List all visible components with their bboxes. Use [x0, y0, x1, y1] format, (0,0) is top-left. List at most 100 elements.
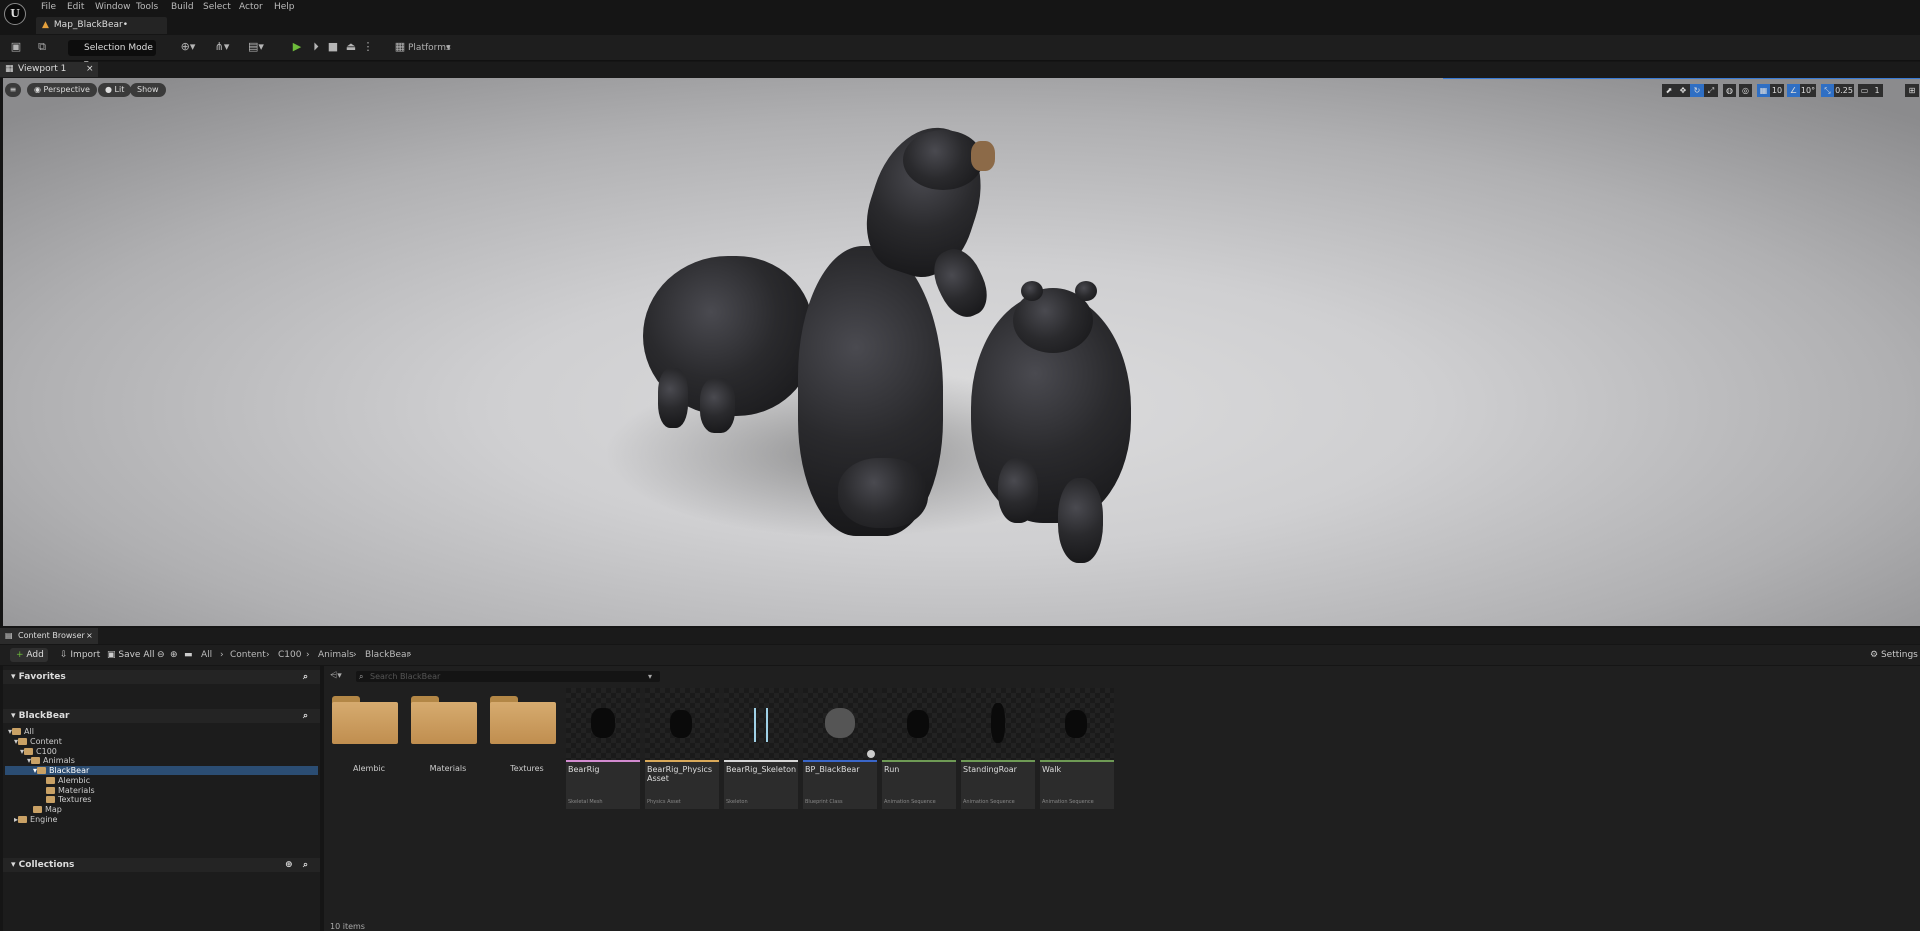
asset-tile-walk[interactable]: Walk Animation Sequence: [1040, 688, 1114, 809]
forward-icon[interactable]: ⊕: [170, 648, 178, 662]
tree-item-materials[interactable]: Materials: [46, 786, 95, 795]
viewport-options-icon[interactable]: ≡: [5, 83, 21, 97]
map-tab[interactable]: ▲ Map_BlackBear•: [36, 17, 167, 34]
asset-tile-bearrig-skeleton[interactable]: BearRig_Skeleton Skeleton: [724, 688, 798, 809]
camera-speed-value[interactable]: 1: [1871, 84, 1883, 97]
show-button[interactable]: Show: [130, 83, 166, 97]
bear-left-leg: [658, 368, 688, 428]
platforms-button[interactable]: Platforms: [408, 40, 451, 56]
breadcrumb-content[interactable]: Content: [230, 648, 266, 662]
grid-snap-icon[interactable]: ▦: [1757, 84, 1770, 97]
rotation-snap-value[interactable]: 10°: [1800, 84, 1816, 97]
collections-header[interactable]: ▾ Collections ⊕ ⌕: [3, 858, 320, 872]
surface-snap-icon[interactable]: ◎: [1739, 84, 1752, 97]
asset-thumbnail: [882, 688, 956, 760]
stop-icon[interactable]: ■: [325, 39, 341, 55]
folder-tile-alembic[interactable]: Alembic: [330, 688, 404, 808]
add-button[interactable]: + Add: [10, 648, 48, 662]
content-icon[interactable]: ⧉: [34, 39, 50, 55]
tab-viewport[interactable]: ▦ Viewport 1 ×: [0, 62, 98, 77]
breadcrumb-animals[interactable]: Animals: [318, 648, 354, 662]
add-collection-icon[interactable]: ⊕: [285, 858, 293, 872]
selection-mode-dropdown[interactable]: Selection Mode ▾: [68, 40, 156, 69]
eject-icon[interactable]: ⏏: [343, 39, 359, 55]
more-icon[interactable]: ⋮: [360, 39, 376, 55]
tree-item-alembic[interactable]: Alembic: [46, 776, 90, 785]
asset-tile-standingroar[interactable]: StandingRoar Animation Sequence: [961, 688, 1035, 809]
menu-select[interactable]: Select: [203, 2, 231, 12]
tree-item-content[interactable]: ▾ Content: [14, 737, 62, 746]
menu-actor[interactable]: Actor: [239, 2, 263, 12]
asset-tile-run[interactable]: Run Animation Sequence: [882, 688, 956, 809]
world-icon[interactable]: ◍: [1723, 84, 1736, 97]
asset-type: Blueprint Class: [805, 799, 843, 805]
chevron-down-icon[interactable]: ▾: [648, 671, 652, 682]
tree-item-all[interactable]: ▾ All: [8, 727, 34, 736]
breadcrumb-blackbear[interactable]: BlackBear: [365, 648, 410, 662]
import-button[interactable]: ⇩ Import: [60, 648, 100, 662]
search-icon[interactable]: ⌕: [303, 858, 308, 872]
back-icon[interactable]: ⊖: [157, 648, 165, 662]
level-viewport[interactable]: ≡ ◉ Perspective ● Lit Show ⬈ ✥ ↻ ⤢ ◍ ◎ ▦…: [3, 78, 1920, 626]
skip-icon[interactable]: ⏵: [308, 39, 324, 55]
menu-build[interactable]: Build: [171, 2, 194, 12]
menu-edit[interactable]: Edit: [67, 2, 84, 12]
save-all-button[interactable]: ▣ Save All: [107, 648, 155, 662]
folder-name: Alembic: [352, 764, 386, 773]
import-icon: ⇩: [60, 650, 71, 660]
layout-icon[interactable]: ⊞: [1905, 84, 1919, 97]
menu-file[interactable]: File: [41, 2, 56, 12]
cinematics-icon[interactable]: ▤▾: [244, 39, 268, 55]
menu-tools[interactable]: Tools: [136, 2, 158, 12]
tree-item-blackbear[interactable]: ▾ BlackBear: [33, 766, 89, 775]
settings-button[interactable]: ⚙ Settings: [1870, 648, 1918, 662]
unreal-logo-icon[interactable]: U: [4, 3, 26, 25]
search-icon[interactable]: ⌕: [303, 670, 308, 684]
close-icon[interactable]: ×: [86, 628, 93, 644]
lit-button[interactable]: ● Lit: [98, 83, 132, 97]
tree-item-c100[interactable]: ▾ C100: [20, 747, 57, 756]
tree-item-animals[interactable]: ▾ Animals: [27, 756, 75, 765]
folder-tile-textures[interactable]: Textures: [488, 688, 562, 808]
perspective-button[interactable]: ◉ Perspective: [27, 83, 97, 97]
map-tab-label: Map_BlackBear•: [53, 20, 129, 30]
camera-speed-icon[interactable]: ▭: [1858, 84, 1871, 97]
asset-name: BearRig: [568, 765, 600, 774]
tree-item-engine[interactable]: ▸ Engine: [14, 815, 57, 824]
scale-snap-icon[interactable]: ⤡: [1821, 84, 1834, 97]
favorites-header[interactable]: ▾ Favorites ⌕: [3, 670, 320, 684]
asset-tile-bp-blackbear[interactable]: BP_BlackBear Blueprint Class: [803, 688, 877, 809]
tree-header[interactable]: ▾ BlackBear ⌕: [3, 709, 320, 723]
grid-snap-value[interactable]: 10: [1770, 84, 1784, 97]
search-input[interactable]: ⌕ Search BlackBear ▾: [356, 671, 660, 682]
close-icon[interactable]: ×: [86, 62, 94, 77]
breadcrumb-c100[interactable]: C100: [278, 648, 301, 662]
select-icon[interactable]: ⬈: [1662, 84, 1676, 97]
search-placeholder: Search BlackBear: [370, 672, 441, 681]
rotation-snap-icon[interactable]: ∠: [1787, 84, 1800, 97]
scale-snap-value[interactable]: 0.25: [1834, 84, 1854, 97]
tree-item-map[interactable]: Map: [33, 805, 62, 814]
asset-tile-bearrig[interactable]: BearRig Skeletal Mesh: [566, 688, 640, 809]
tree-item-label: C100: [36, 747, 57, 756]
breadcrumb-all[interactable]: All: [201, 648, 212, 662]
asset-tile-bearrig-physics-asset[interactable]: BearRig_Physics Asset Physics Asset: [645, 688, 719, 809]
folder-icon[interactable]: ▬: [184, 648, 193, 662]
filter-icon[interactable]: ⩤▾: [330, 671, 342, 681]
translate-icon[interactable]: ✥: [1676, 84, 1690, 97]
menu-help[interactable]: Help: [274, 2, 295, 12]
tree-item-textures[interactable]: Textures: [46, 795, 91, 804]
menu-window[interactable]: Window: [95, 2, 131, 12]
rotate-icon[interactable]: ↻: [1690, 84, 1704, 97]
save-icon[interactable]: ▣: [8, 39, 24, 55]
settings-label: Settings: [1880, 650, 1918, 660]
chevron-down-icon: ▾: [446, 43, 451, 53]
folder-tile-materials[interactable]: Materials: [409, 688, 483, 808]
platforms-icon[interactable]: ▦: [392, 39, 408, 55]
tab-content-browser[interactable]: ▤ Content Browser ×: [0, 628, 98, 644]
snap-icon[interactable]: ⋔▾: [210, 39, 234, 55]
scale-icon[interactable]: ⤢: [1704, 84, 1718, 97]
add-actor-icon[interactable]: ⊕▾: [176, 39, 200, 55]
search-icon[interactable]: ⌕: [303, 709, 308, 723]
play-icon[interactable]: ▶: [289, 39, 305, 55]
